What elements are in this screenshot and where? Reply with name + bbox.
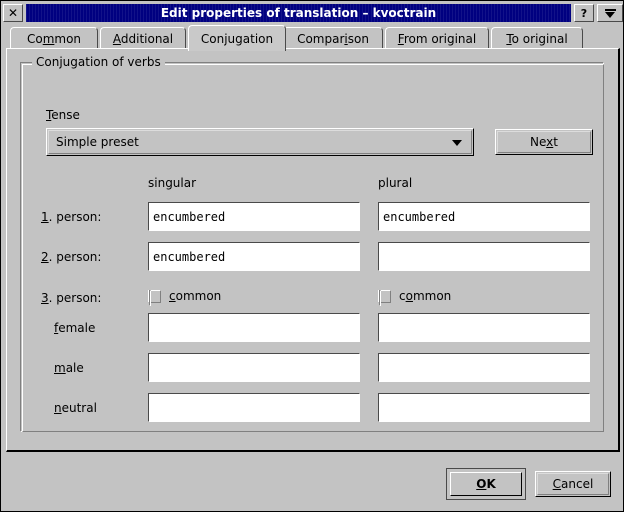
tab-comparison[interactable]: Comparison bbox=[283, 27, 383, 50]
question-mark-icon: ? bbox=[580, 6, 588, 20]
chevron-down-icon bbox=[452, 140, 462, 146]
dialog-window: ✕ Edit properties of translation – kvoct… bbox=[0, 0, 624, 512]
second-person-plural-input[interactable] bbox=[378, 242, 590, 271]
neutral-label: neutral bbox=[54, 401, 97, 415]
tab-page-conjugation: Conjugation of verbs Tense Simple preset… bbox=[6, 48, 620, 452]
shade-icon bbox=[604, 8, 616, 18]
first-person-singular-input[interactable]: encumbered bbox=[148, 202, 360, 231]
close-button[interactable]: ✕ bbox=[3, 4, 23, 22]
female-singular-input[interactable] bbox=[148, 313, 360, 342]
tab-label: To original bbox=[506, 32, 568, 46]
tab-label: Additional bbox=[112, 32, 174, 46]
input-value: encumbered bbox=[153, 249, 226, 264]
first-person-plural-input[interactable]: encumbered bbox=[378, 202, 590, 231]
tab-common[interactable]: Common bbox=[10, 27, 98, 50]
male-singular-input[interactable] bbox=[148, 353, 360, 382]
close-icon: ✕ bbox=[7, 6, 19, 20]
tab-bar: Common Additional Conjugation Comparison… bbox=[6, 25, 620, 51]
female-label: female bbox=[54, 321, 96, 335]
checkbox-box bbox=[378, 289, 391, 306]
window-title: Edit properties of translation – kvoctra… bbox=[26, 4, 571, 22]
tense-value: Simple preset bbox=[56, 135, 139, 149]
male-plural-input[interactable] bbox=[378, 353, 590, 382]
next-button[interactable]: Next bbox=[495, 129, 593, 155]
ok-button-label: OK bbox=[476, 477, 496, 491]
male-label: male bbox=[54, 361, 84, 375]
tab-label: Conjugation bbox=[200, 31, 274, 46]
cancel-button[interactable]: Cancel bbox=[535, 471, 611, 497]
help-button[interactable]: ? bbox=[574, 4, 594, 22]
column-header-singular: singular bbox=[148, 176, 197, 190]
tab-label: From original bbox=[397, 32, 477, 46]
common-singular-checkbox[interactable]: common bbox=[148, 289, 222, 306]
second-person-singular-input[interactable]: encumbered bbox=[148, 242, 360, 271]
tense-label: Tense bbox=[46, 108, 80, 122]
common-plural-label: common bbox=[399, 289, 452, 303]
second-person-label: 2. person: bbox=[41, 250, 102, 264]
common-plural-checkbox[interactable]: common bbox=[378, 289, 452, 306]
neutral-singular-input[interactable] bbox=[148, 393, 360, 422]
next-button-label: Next bbox=[530, 135, 558, 149]
tense-combobox[interactable]: Simple preset bbox=[46, 128, 474, 156]
common-singular-label: common bbox=[169, 289, 222, 303]
tab-label: Common bbox=[26, 32, 82, 46]
female-plural-input[interactable] bbox=[378, 313, 590, 342]
column-header-plural: plural bbox=[378, 176, 413, 190]
conjugation-group: Conjugation of verbs Tense Simple preset… bbox=[20, 55, 604, 432]
tab-to-original[interactable]: To original bbox=[491, 27, 583, 50]
tab-label: Comparison bbox=[297, 32, 369, 46]
group-title: Conjugation of verbs bbox=[32, 55, 165, 69]
first-person-label: 1. person: bbox=[41, 210, 102, 224]
ok-button[interactable]: OK bbox=[446, 468, 526, 500]
input-value: encumbered bbox=[383, 209, 456, 224]
tab-from-original[interactable]: From original bbox=[385, 27, 489, 50]
neutral-plural-input[interactable] bbox=[378, 393, 590, 422]
titlebar: ✕ Edit properties of translation – kvoct… bbox=[3, 3, 623, 23]
input-value: encumbered bbox=[153, 209, 226, 224]
checkbox-box bbox=[148, 289, 161, 306]
tab-conjugation[interactable]: Conjugation bbox=[188, 25, 286, 51]
third-person-label: 3. person: bbox=[41, 291, 102, 305]
tab-additional[interactable]: Additional bbox=[100, 27, 186, 50]
cancel-button-label: Cancel bbox=[552, 477, 594, 491]
shade-button[interactable] bbox=[597, 4, 623, 22]
